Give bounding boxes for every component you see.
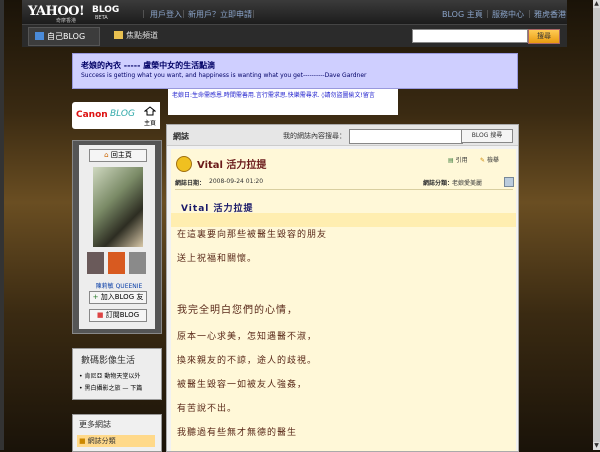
report-label: 檢舉 [486,157,499,164]
blog-search-label: 我的網誌內容搜尋： [283,132,346,140]
quote-link[interactable]: ▤ 引用 [448,155,468,164]
thumbnail[interactable] [108,252,125,274]
canon-logo: Canon [76,110,108,120]
post-date: 2008-09-24 01:20 [209,178,264,185]
report-icon: ✎ [480,157,486,164]
register-link[interactable]: 立即申請 [220,9,252,20]
tab-label: 焦點頻道 [126,31,158,40]
separator: | [528,9,531,18]
plus-icon: + [92,293,99,301]
back-home-label: 回主頁 [110,151,132,159]
home-label: 主頁 [143,120,156,127]
post-paragraph: 被醫生毀容一如被友人強姦， [177,380,308,390]
back-home-button[interactable]: ⌂ 回主頁 [89,149,147,162]
tab-my-blog[interactable]: 自己BLOG [28,27,100,46]
main-panel: 網誌 我的網誌內容搜尋： BLOG 搜尋 Vital 活力拉提 ▤ 引用 ✎ 檢… [166,124,519,452]
thumbnail[interactable] [87,252,104,274]
search-input[interactable] [412,29,528,43]
folder-icon [114,31,123,39]
body-strip [171,213,516,227]
tab-label: 自己BLOG [47,32,86,41]
post-paragraph: 換來親友的不諒，途人的歧視。 [177,356,318,366]
separator: | [182,9,185,18]
main-header: 網誌 我的網誌內容搜尋： BLOG 搜尋 [167,125,518,146]
blog-title: 老娘的內衣 ----- 盧榮中女的生活點滴 [81,61,216,70]
post: Vital 活力拉提 ▤ 引用 ✎ 檢舉 網誌日期： 2008-09-24 01… [171,149,516,451]
home-icon: ⌂ [104,151,109,159]
post-paragraph: 我完全明白您們的心情， [177,305,298,316]
nav-bar: 自己BLOG 焦點頻道 搜尋 [22,24,567,47]
smiley-icon [176,156,192,172]
yahoo-logo-sub: 奇摩香港 [56,18,77,24]
blog-icon [35,32,44,40]
blog-search-input[interactable] [349,129,463,144]
blog-home-link[interactable]: BLOG 主頁 [442,9,483,20]
separator: | [142,9,145,18]
top-bar: YAHOO! 奇摩香港 BLOG BETA | 用戶登入 | 新用戶？ 立即申請… [22,0,567,24]
add-friend-label: 加入BLOG 友 [100,293,144,301]
login-link[interactable]: 用戶登入 [150,9,182,20]
blog-search-button[interactable]: BLOG 搜尋 [461,129,513,143]
sidebar-link-label: 黑白攝影之旅 — 下篇 [84,385,143,392]
post-paragraph: 有苦說不出。 [177,404,238,414]
category-label: 網誌分類 [87,437,116,445]
subscribe-label: 訂閱BLOG [105,311,140,319]
window-left-edge [0,0,4,450]
quote-icon: ▤ [448,157,454,164]
sidebar-link-label: 肯尼亞 動物天堂以外 [84,373,141,380]
sidebar-link[interactable]: • 黑白攝影之旅 — 下篇 [79,383,142,392]
profile-panel: ⌂ 回主頁 陳莉敏 QUEENIE + 加入BLOG 友 ■ 訂閱BLOG [72,140,162,334]
owner-name[interactable]: 陳莉敏 QUEENIE [89,281,149,290]
home-icon[interactable]: 主頁 [142,106,158,127]
post-date-label: 網誌日期： [175,180,206,187]
post-paragraph: 原本一心求美，怎知遇醫不淑， [177,332,318,342]
digital-image-section: 數碼影像生活 • 肯尼亞 動物天堂以外 • 黑白攝影之旅 — 下篇 [72,348,162,400]
rss-icon: ■ [96,311,104,319]
section-title: 更多網誌 [79,420,111,429]
post-title[interactable]: Vital 活力拉提 [197,156,266,171]
separator: | [486,9,489,18]
post-divider [175,189,513,190]
avatar [93,167,143,247]
post-paragraph: 我聽過有些無才無德的醫生 [177,428,298,438]
separator: | [252,9,255,18]
section-title: 數碼影像生活 [81,356,136,366]
new-user-link[interactable]: 新用戶？ [188,9,220,20]
blog-header: 老娘的內衣 ----- 盧榮中女的生活點滴 Success is getting… [72,53,518,89]
scroll-down-icon[interactable]: ▼ [593,442,600,450]
quote-label: 引用 [455,157,468,164]
blog-logo: BLOG [92,5,120,15]
main-title: 網誌 [173,132,189,141]
post-paragraph: 在這裏要向那些被醫生毀容的朋友 [177,230,328,240]
category-item[interactable]: ■ 網誌分類 [77,435,155,447]
tab-focus-channel[interactable]: 焦點頻道 [108,27,158,44]
post-body-title: Vital 活力拉提 [181,204,254,214]
report-link[interactable]: ✎ 檢舉 [480,155,499,164]
thumbnail[interactable] [129,252,146,274]
search-button[interactable]: 搜尋 [528,29,560,44]
sidebar-link[interactable]: • 肯尼亞 動物天堂以外 [79,371,140,380]
beta-label: BETA [95,15,108,21]
scroll-up-icon[interactable]: ▲ [593,0,600,8]
subscribe-button[interactable]: ■ 訂閱BLOG [89,309,147,322]
blog-description: 老娘日:生命需感恩.時間需善用.言行需求思.快樂需尋求. ◊請勿盜圖偷文!留言 [168,89,398,115]
blog-subtitle: Success is getting what you want, and ha… [81,72,367,79]
yahoo-hk-link[interactable]: 雅虎香港 [534,9,566,20]
folder-icon: ■ [79,437,86,445]
window-scrollbar[interactable]: ▲ ▼ [593,0,600,450]
post-category[interactable]: 老娘愛美麗 [452,178,482,187]
add-friend-button[interactable]: + 加入BLOG 友 [89,291,147,304]
canon-banner[interactable]: Canon BLOG 主頁 [72,102,160,129]
more-blogs-section: 更多網誌 ■ 網誌分類 [72,414,162,452]
post-paragraph: 送上祝福和關懷。 [177,254,258,264]
service-center-link[interactable]: 服務中心 [492,9,524,20]
canon-blog-logo: BLOG [110,109,135,119]
rss-icon[interactable] [504,177,514,187]
post-category-label: 網誌分類： [423,180,454,187]
